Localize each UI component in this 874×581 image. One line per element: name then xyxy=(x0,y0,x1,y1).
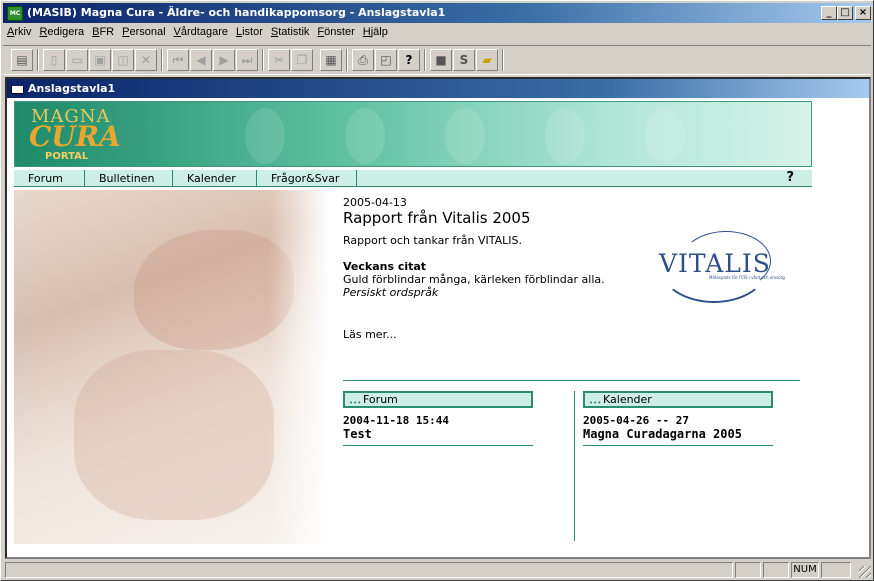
forum-post-date: 2004-11-18 15:44 xyxy=(343,414,449,427)
banner-photo xyxy=(645,108,685,164)
nav-kalender[interactable]: Kalender xyxy=(173,170,257,187)
resize-grip[interactable] xyxy=(859,566,871,578)
calendar-event-title[interactable]: Magna Curadagarna 2005 xyxy=(583,427,742,441)
calendar-header-label: Kalender xyxy=(603,393,652,406)
child-window: Anslagstavla1 MAGNA CURA PORTAL Forum Bu… xyxy=(7,79,869,557)
toolbar-separator xyxy=(424,49,426,71)
vitalis-subtext: Mötesplats för IT/IS i vård och omsorg xyxy=(709,275,785,280)
dots-icon: ••• xyxy=(589,399,602,407)
first-icon[interactable]: ⏮ xyxy=(167,49,189,71)
open-icon[interactable]: ▭ xyxy=(66,49,88,71)
hand-shape xyxy=(74,350,274,520)
menu-bfr[interactable]: BFR xyxy=(88,23,118,42)
delete-icon[interactable]: ✕ xyxy=(135,49,157,71)
status-pane-main xyxy=(5,562,733,578)
calendar-header[interactable]: ••• Kalender xyxy=(583,391,773,408)
menu-fonster[interactable]: Fönster xyxy=(313,23,358,42)
forum-header[interactable]: ••• Forum xyxy=(343,391,533,408)
banner-photo xyxy=(245,108,285,164)
stop-icon[interactable]: ■ xyxy=(430,49,452,71)
status-pane xyxy=(735,562,761,578)
copy-icon[interactable]: ❐ xyxy=(291,49,313,71)
menu-listor[interactable]: Listor xyxy=(232,23,267,42)
nav-help-icon[interactable]: ? xyxy=(786,170,794,186)
vitalis-logo[interactable]: VITALIS Mötesplats för IT/IS i vård och … xyxy=(651,229,785,305)
maximize-button[interactable]: □ xyxy=(837,6,853,20)
quote-text: Guld förblindar många, kärleken förblind… xyxy=(343,273,605,286)
save-all-icon[interactable]: ◫ xyxy=(112,49,134,71)
print-preview-icon[interactable]: ◰ xyxy=(375,49,397,71)
banner-photo xyxy=(545,108,585,164)
nav-forum[interactable]: Forum xyxy=(14,170,85,187)
article-date: 2005-04-13 xyxy=(343,196,407,209)
lock-icon[interactable]: ▰ xyxy=(476,49,498,71)
quote-heading: Veckans citat xyxy=(343,260,427,273)
close-button[interactable]: × xyxy=(855,6,871,20)
minimize-button[interactable]: _ xyxy=(821,6,837,20)
nav-fragor-svar[interactable]: Frågor&Svar xyxy=(257,170,357,187)
banner-photo xyxy=(445,108,485,164)
nav-bulletinen[interactable]: Bulletinen xyxy=(85,170,173,187)
toolbar-separator xyxy=(161,49,163,71)
next-icon[interactable]: ▶ xyxy=(213,49,235,71)
section-divider xyxy=(343,380,800,381)
window-title: (MASIB) Magna Cura - Äldre- och handikap… xyxy=(27,6,446,19)
hands-image xyxy=(14,190,329,544)
menu-personal[interactable]: Personal xyxy=(118,23,169,42)
logo-portal: PORTAL xyxy=(45,151,89,162)
read-more-link[interactable]: Läs mer... xyxy=(343,328,397,341)
quote-source: Persiskt ordspråk xyxy=(343,286,439,299)
s-icon[interactable]: S xyxy=(453,49,475,71)
portal-nav: Forum Bulletinen Kalender Frågor&Svar ? xyxy=(14,170,812,187)
status-pane xyxy=(763,562,789,578)
vitalis-text: VITALIS xyxy=(659,249,771,278)
forum-header-label: Forum xyxy=(363,393,398,406)
forum-post-title[interactable]: Test xyxy=(343,427,372,441)
child-window-title: Anslagstavla1 xyxy=(28,82,116,95)
article-title[interactable]: Rapport från Vitalis 2005 xyxy=(343,209,531,227)
menu-hjalp[interactable]: Hjälp xyxy=(359,23,392,42)
menu-arkiv[interactable]: Arkiv xyxy=(3,23,35,42)
status-pane xyxy=(821,562,851,578)
save-icon[interactable]: ▣ xyxy=(89,49,111,71)
toolbar-separator xyxy=(262,49,264,71)
menu-redigera[interactable]: Redigera xyxy=(35,23,88,42)
calendar-event-date: 2005-04-26 -- 27 xyxy=(583,414,689,427)
toolbar: ▤ ▯ ▭ ▣ ◫ ✕ ⏮ ◀ ▶ ⏭ ✂ ❐ ▦ ⎙ ◰ ? ■ S ▰ xyxy=(3,45,871,75)
menu-statistik[interactable]: Statistik xyxy=(267,23,314,42)
portal-banner: MAGNA CURA PORTAL xyxy=(14,101,812,167)
print-icon[interactable]: ⎙ xyxy=(352,49,374,71)
logo-cura: CURA xyxy=(29,120,121,153)
toolbar-separator xyxy=(502,49,504,71)
title-bar[interactable]: MC (MASIB) Magna Cura - Äldre- och handi… xyxy=(3,3,871,23)
new-icon[interactable]: ▯ xyxy=(43,49,65,71)
calendar-underline xyxy=(583,445,773,446)
paste-icon[interactable]: ▦ xyxy=(320,49,342,71)
cut-icon[interactable]: ✂ xyxy=(268,49,290,71)
banner-photo xyxy=(345,108,385,164)
column-divider xyxy=(574,391,575,541)
menu-bar: Arkiv Redigera BFR Personal Vårdtagare Listor… xyxy=(3,23,871,43)
forum-underline xyxy=(343,445,533,446)
menu-vardtagare[interactable]: Vårdtagare xyxy=(170,23,232,42)
help-icon[interactable]: ? xyxy=(398,49,420,71)
child-title-bar[interactable]: Anslagstavla1 xyxy=(7,79,869,98)
application-window: MC (MASIB) Magna Cura - Äldre- och handi… xyxy=(0,0,874,581)
print-setup-icon[interactable]: ▤ xyxy=(11,49,33,71)
num-lock-indicator: NUM xyxy=(791,562,819,578)
last-icon[interactable]: ⏭ xyxy=(236,49,258,71)
image-fade xyxy=(269,190,329,544)
prev-icon[interactable]: ◀ xyxy=(190,49,212,71)
window-icon xyxy=(11,83,24,94)
toolbar-separator xyxy=(346,49,348,71)
article-summary: Rapport och tankar från VITALIS. xyxy=(343,234,522,247)
status-bar: NUM xyxy=(3,560,873,580)
app-icon[interactable]: MC xyxy=(7,6,23,21)
toolbar-separator xyxy=(37,49,39,71)
dots-icon: ••• xyxy=(349,399,362,407)
